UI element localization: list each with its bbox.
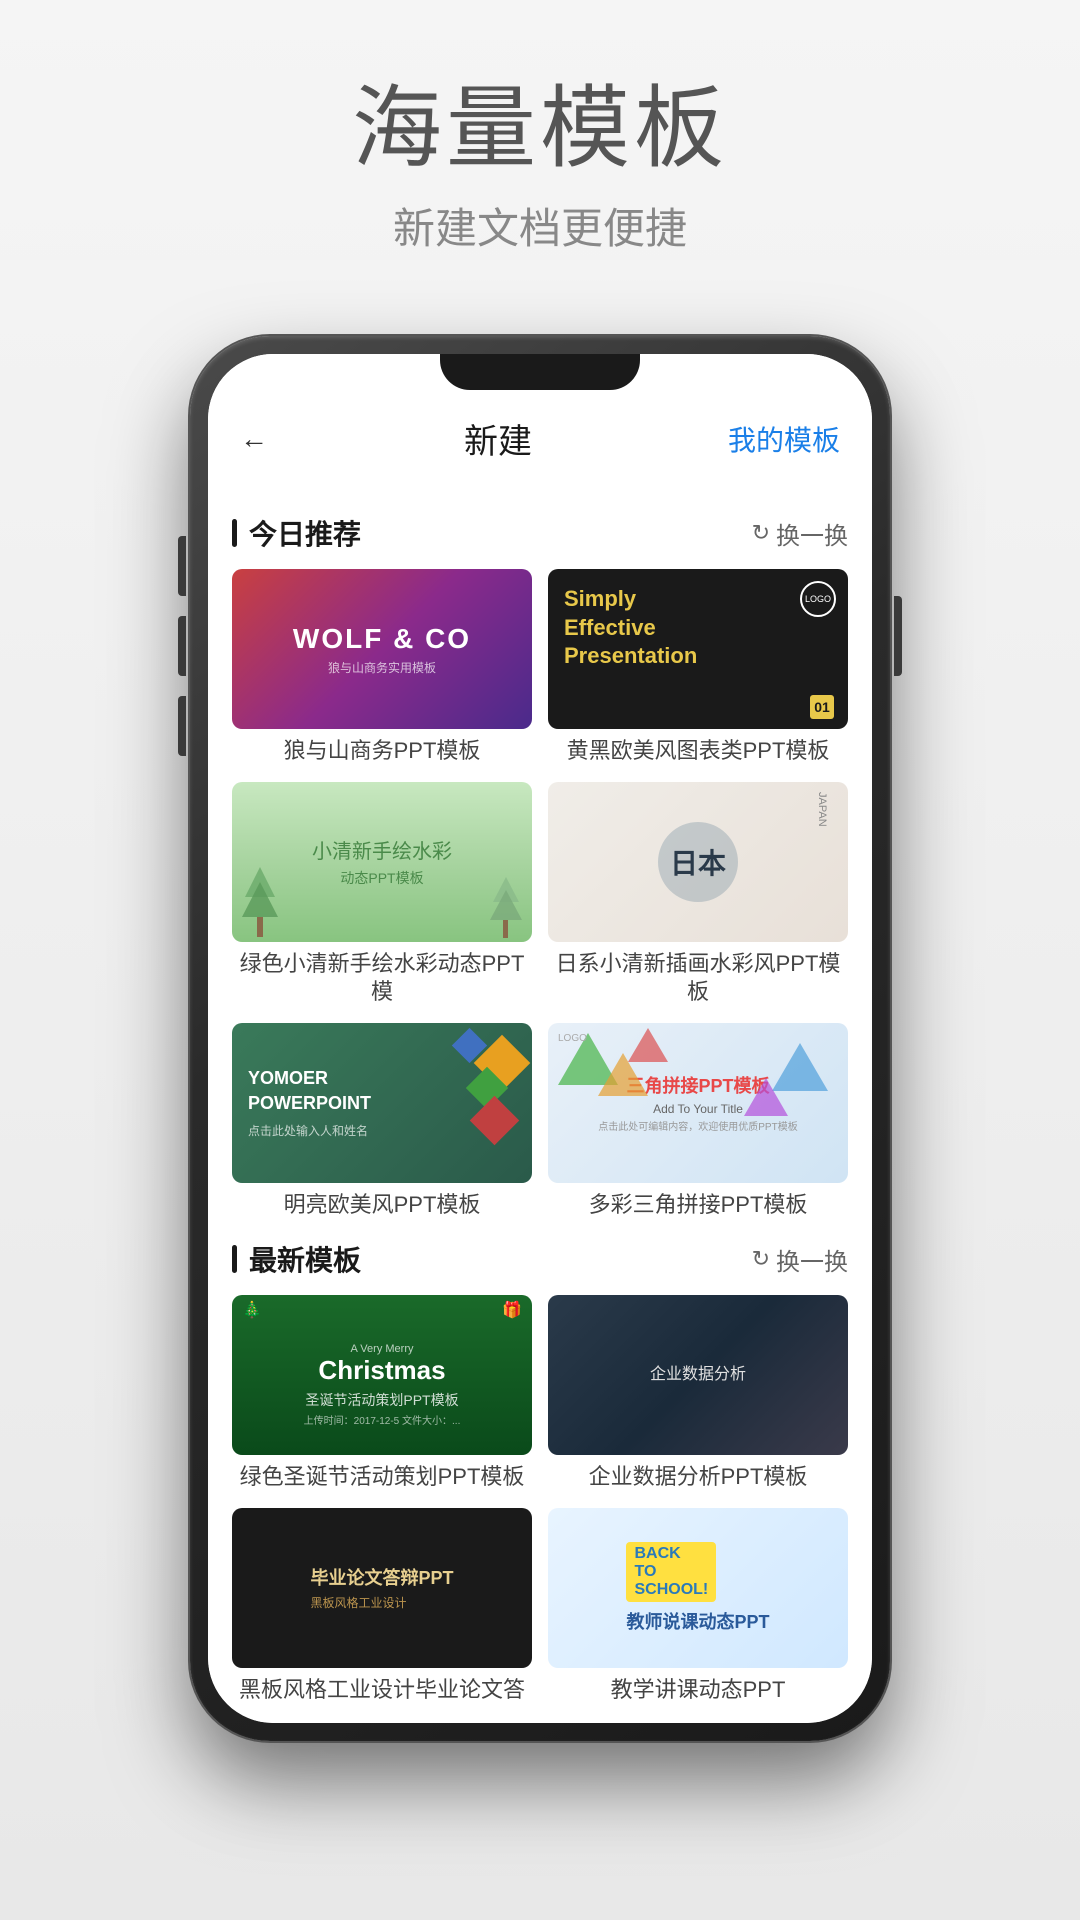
watercolor-main: 小清新手绘水彩	[312, 835, 452, 864]
ctriangle-3	[628, 1028, 668, 1062]
school-main: 教师说课动态PPT	[626, 1608, 769, 1634]
today-section-header: 今日推荐 ↻ 换一换	[232, 513, 848, 553]
today-refresh-button[interactable]: ↻ 换一换	[752, 516, 848, 551]
template-card-watercolor[interactable]: 小清新手绘水彩 动态PPT模板 绿色小清新手绘水彩动态PPT模	[232, 782, 532, 1007]
wolf-title: WOLF & CO	[293, 623, 471, 655]
tree-left-icon	[240, 862, 280, 942]
template-thumb-christmas: 🎄 🎁 A Very Merry Christmas 圣诞节活动策划PPT模板 …	[232, 1295, 532, 1455]
christmas-a-very-merry: A Very Merry	[351, 1343, 414, 1355]
template-card-christmas[interactable]: 🎄 🎁 A Very Merry Christmas 圣诞节活动策划PPT模板 …	[232, 1295, 532, 1492]
japan-side-text: JAPAN	[816, 792, 828, 827]
phone-outer: ← 新建 我的模板 今日推荐 ↻ 换一换	[190, 336, 890, 1741]
page-header: 海量模板 新建文档更便捷	[352, 0, 728, 316]
watercolor-sub: 动态PPT模板	[312, 868, 452, 888]
template-label-wolf: 狼与山商务PPT模板	[232, 737, 532, 766]
back-button[interactable]: ←	[240, 423, 268, 455]
template-thumb-wolf: WOLF & CO 狼与山商务实用模板	[232, 569, 532, 729]
template-card-school[interactable]: BACKTOSCHOOL! 教师说课动态PPT 教学讲课动态PPT	[548, 1508, 848, 1705]
wolf-subtitle: 狼与山商务实用模板	[293, 659, 471, 676]
page-title: 海量模板	[352, 80, 728, 179]
template-label-blackboard: 黑板风格工业设计毕业论文答	[232, 1676, 532, 1705]
template-card-bright[interactable]: YOMOERPOWERPOINT 点击此处输入人和姓名 明亮欧美风PPT模板	[232, 1023, 532, 1220]
template-thumb-japan: 日本 JAPAN	[548, 782, 848, 942]
template-label-triangle: 多彩三角拼接PPT模板	[548, 1191, 848, 1220]
phone-inner: ← 新建 我的模板 今日推荐 ↻ 换一换	[208, 354, 872, 1723]
template-thumb-bright: YOMOERPOWERPOINT 点击此处输入人和姓名	[232, 1023, 532, 1183]
latest-refresh-icon: ↻	[752, 1246, 770, 1272]
template-label-bright: 明亮欧美风PPT模板	[232, 1191, 532, 1220]
dark-logo-circle: LOGO	[800, 581, 836, 617]
template-label-japan: 日系小清新插画水彩风PPT模板	[548, 950, 848, 1007]
data-title: 企业数据分析	[562, 1363, 834, 1387]
bright-subtitle: 点击此处输入人和姓名	[248, 1122, 516, 1139]
template-thumb-watercolor: 小清新手绘水彩 动态PPT模板	[232, 782, 532, 942]
template-label-data: 企业数据分析PPT模板	[548, 1463, 848, 1492]
latest-title: 最新模板	[232, 1239, 361, 1279]
app-screen: ← 新建 我的模板 今日推荐 ↻ 换一换	[208, 354, 872, 1723]
christmas-title: Christmas	[318, 1355, 445, 1386]
template-thumb-data: 企业数据分析	[548, 1295, 848, 1455]
template-thumb-school: BACKTOSCHOOL! 教师说课动态PPT	[548, 1508, 848, 1668]
refresh-label: 换一换	[776, 516, 848, 551]
christmas-decor: 🎄	[242, 1300, 262, 1320]
latest-section-header: 最新模板 ↻ 换一换	[232, 1239, 848, 1279]
school-back-to-school: BACKTOSCHOOL!	[626, 1542, 716, 1602]
template-card-wolf[interactable]: WOLF & CO 狼与山商务实用模板 狼与山商务PPT模板	[232, 569, 532, 766]
template-thumb-dark: LOGO Simply Effective Presentation 01	[548, 569, 848, 729]
today-template-grid: WOLF & CO 狼与山商务实用模板 狼与山商务PPT模板 LOGO	[232, 569, 848, 1219]
page-subtitle: 新建文档更便捷	[352, 195, 728, 256]
today-title: 今日推荐	[232, 513, 361, 553]
blackboard-sub: 黑板风格工业设计	[310, 1594, 453, 1611]
dark-page-num: 01	[810, 695, 834, 719]
tri-logo: LOGO	[558, 1033, 587, 1044]
template-card-dark[interactable]: LOGO Simply Effective Presentation 01 黄黑…	[548, 569, 848, 766]
bright-title: YOMOERPOWERPOINT	[248, 1066, 516, 1116]
phone-wrapper: ← 新建 我的模板 今日推荐 ↻ 换一换	[190, 336, 890, 1741]
template-label-dark: 黄黑欧美风图表类PPT模板	[548, 737, 848, 766]
template-card-data[interactable]: 企业数据分析 企业数据分析PPT模板	[548, 1295, 848, 1492]
template-card-japan[interactable]: 日本 JAPAN 日系小清新插画水彩风PPT模板	[548, 782, 848, 1007]
tree-right-icon	[489, 872, 524, 942]
template-card-blackboard[interactable]: 毕业论文答辩PPT 黑板风格工业设计 黑板风格工业设计毕业论文答	[232, 1508, 532, 1705]
template-thumb-blackboard: 毕业论文答辩PPT 黑板风格工业设计	[232, 1508, 532, 1668]
ctriangle-5	[744, 1078, 788, 1116]
template-thumb-triangle: LOGO 三角拼接PPT模板 Add To Your Title 点击此处可编辑…	[548, 1023, 848, 1183]
japan-circle: 日本	[658, 822, 738, 902]
template-label-watercolor: 绿色小清新手绘水彩动态PPT模	[232, 950, 532, 1007]
christmas-desc: 上传时间：2017-12-5 文件大小：...	[304, 1412, 461, 1427]
template-label-christmas: 绿色圣诞节活动策划PPT模板	[232, 1463, 532, 1492]
dark-yellow-text: Simply Effective Presentation	[564, 585, 832, 671]
christmas-decor2: 🎁	[502, 1300, 522, 1320]
template-label-school: 教学讲课动态PPT	[548, 1676, 848, 1705]
page-title-label: 新建	[464, 414, 532, 463]
phone-notch	[440, 354, 640, 390]
tri-sub: Add To Your Title	[653, 1102, 743, 1116]
my-templates-link[interactable]: 我的模板	[728, 419, 840, 459]
template-card-triangle[interactable]: LOGO 三角拼接PPT模板 Add To Your Title 点击此处可编辑…	[548, 1023, 848, 1220]
latest-refresh-label: 换一换	[776, 1242, 848, 1277]
app-content: 今日推荐 ↻ 换一换 WOLF & CO 狼与山商务实用	[208, 483, 872, 1723]
refresh-icon: ↻	[752, 520, 770, 546]
christmas-sub: 圣诞节活动策划PPT模板	[305, 1390, 458, 1410]
latest-refresh-button[interactable]: ↻ 换一换	[752, 1242, 848, 1277]
blackboard-main: 毕业论文答辩PPT	[310, 1564, 453, 1590]
latest-template-grid: 🎄 🎁 A Very Merry Christmas 圣诞节活动策划PPT模板 …	[232, 1295, 848, 1704]
tri-desc: 点击此处可编辑内容，欢迎使用优质PPT模板	[598, 1118, 797, 1133]
